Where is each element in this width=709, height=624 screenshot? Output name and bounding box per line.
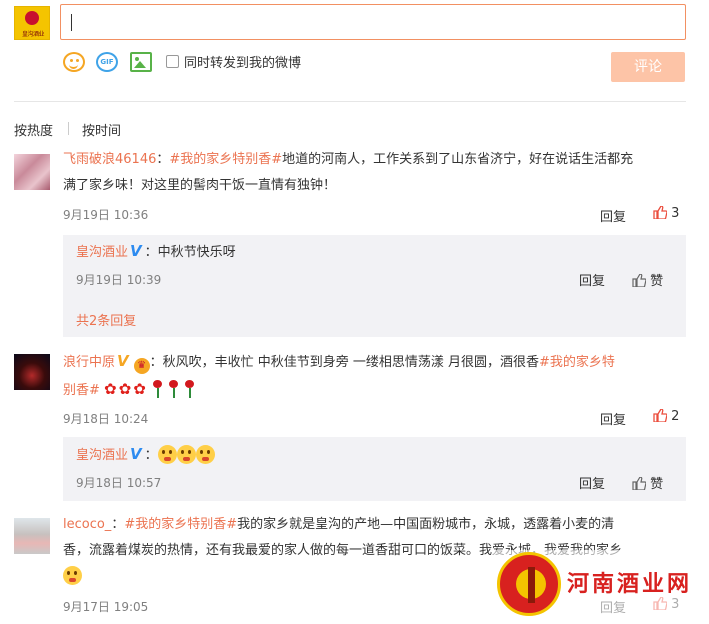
user-avatar[interactable]: 皇沟酒业 [14,6,50,40]
like-button[interactable]: 3 [653,205,680,221]
verified-badge-icon: V [130,242,142,260]
commenter-avatar[interactable] [14,154,50,190]
flower-icon: ✿ [118,380,132,398]
comment-time: 9月18日 10:24 [63,412,149,426]
flower-icon: ✿ [133,380,146,398]
sort-by-hot[interactable]: 按热度 [14,120,53,139]
sort-by-time[interactable]: 按时间 [82,120,121,139]
commenter-name[interactable]: 飞雨破浪46146 [63,152,156,167]
reply-author-name[interactable]: 皇沟酒业 [76,448,128,463]
divider [14,101,686,102]
reply-body: 皇沟酒业 V： [76,441,215,469]
comment-text-line2: 满了家乡味！对这里的髻肉干饭一直情有独钟！ [63,178,337,193]
rose-icon [152,380,162,398]
topic-tag[interactable]: #我的家乡特别香# [124,517,237,532]
comment-time: 9月19日 10:36 [63,208,149,222]
avatar-brand-text: 皇沟酒业 [21,31,45,38]
gif-icon[interactable]: GIF [96,52,118,72]
emoji-icon[interactable] [63,52,85,72]
comment-input[interactable] [60,4,686,40]
reply-time: 9月19日 10:39 [76,273,162,287]
colon: ： [111,517,125,532]
laughing-emoji-icon [176,445,196,464]
like-button[interactable]: 2 [653,408,680,424]
reply-button[interactable]: 回复 [600,206,626,225]
comment-body: 飞雨破浪46146：#我的家乡特别香#地道的河南人，工作关系到了山东省济宁，好在… [63,147,693,199]
reply-text: ： [144,448,158,463]
watermark-text: 河南酒业网 [567,571,693,597]
like-count: 3 [671,206,680,221]
thumbs-up-icon [632,273,647,288]
commenter-avatar[interactable] [14,518,50,554]
comment-text: 我的家乡就是皇沟的产地—中国面粉城市，永城，透露着小麦的清 [237,517,615,532]
comment-text: 地道的河南人，工作关系到了山东省济宁，好在说话生活都充 [282,152,634,167]
laughing-emoji-icon [195,445,215,464]
reply-button[interactable]: 回复 [600,409,626,428]
member-crown-icon: ♛ [133,358,150,374]
comment-text: ：秋风吹，丰收忙 中秋佳节到身旁 一缕相思情荡漾 月很圆，酒很香 [149,355,540,370]
reply-body: 皇沟酒业 V ：中秋节快乐呀 [76,238,236,266]
thumbs-up-icon [632,476,647,491]
watermark-seal-logo [497,552,561,616]
commenter-name[interactable]: lecoco_ [63,517,111,532]
topic-tag-cont[interactable]: 别香# [63,383,100,398]
image-icon[interactable] [130,52,152,72]
laughing-emoji-icon [157,445,177,464]
watermark: 河南酒业网 [493,550,699,620]
topic-tag[interactable]: #我的家乡特别香# [169,152,282,167]
like-count: 2 [671,409,680,424]
comment-body: 浪行中原 V ♛ ：秋风吹，丰收忙 中秋佳节到身旁 一缕相思情荡漾 月很圆，酒很香#我… [63,348,693,404]
reply-time: 9月18日 10:57 [76,476,162,490]
reply-button[interactable]: 回复 [579,473,605,492]
rose-icon [184,380,194,398]
commenter-avatar[interactable] [14,354,50,390]
verified-badge-icon: V [117,352,129,370]
reply-button[interactable]: 回复 [579,270,605,289]
like-label: 赞 [650,477,664,492]
like-label: 赞 [650,274,664,289]
commenter-name[interactable]: 浪行中原 [63,355,115,370]
reply-text: ：中秋节快乐呀 [144,245,236,260]
like-button[interactable]: 赞 [632,270,663,289]
thumbs-up-icon [653,205,668,220]
sort-separator [68,122,69,135]
reply-author-name[interactable]: 皇沟酒业 [76,245,128,260]
repost-checkbox[interactable] [166,55,179,68]
like-button[interactable]: 赞 [632,473,663,492]
text-caret [71,14,72,31]
comment-time: 9月17日 19:05 [63,600,149,614]
topic-tag[interactable]: #我的家乡特 [539,355,615,370]
logo-mark [25,11,39,25]
rose-icon [168,380,178,398]
laughing-emoji-icon [63,566,82,585]
more-replies-link[interactable]: 共2条回复 [76,310,136,329]
flower-icon: ✿ [104,380,117,398]
thumbs-up-icon [653,408,668,423]
submit-comment-button[interactable]: 评论 [611,52,685,82]
colon: ： [156,152,170,167]
repost-label: 同时转发到我的微博 [184,56,302,71]
verified-badge-icon: V [130,445,142,463]
